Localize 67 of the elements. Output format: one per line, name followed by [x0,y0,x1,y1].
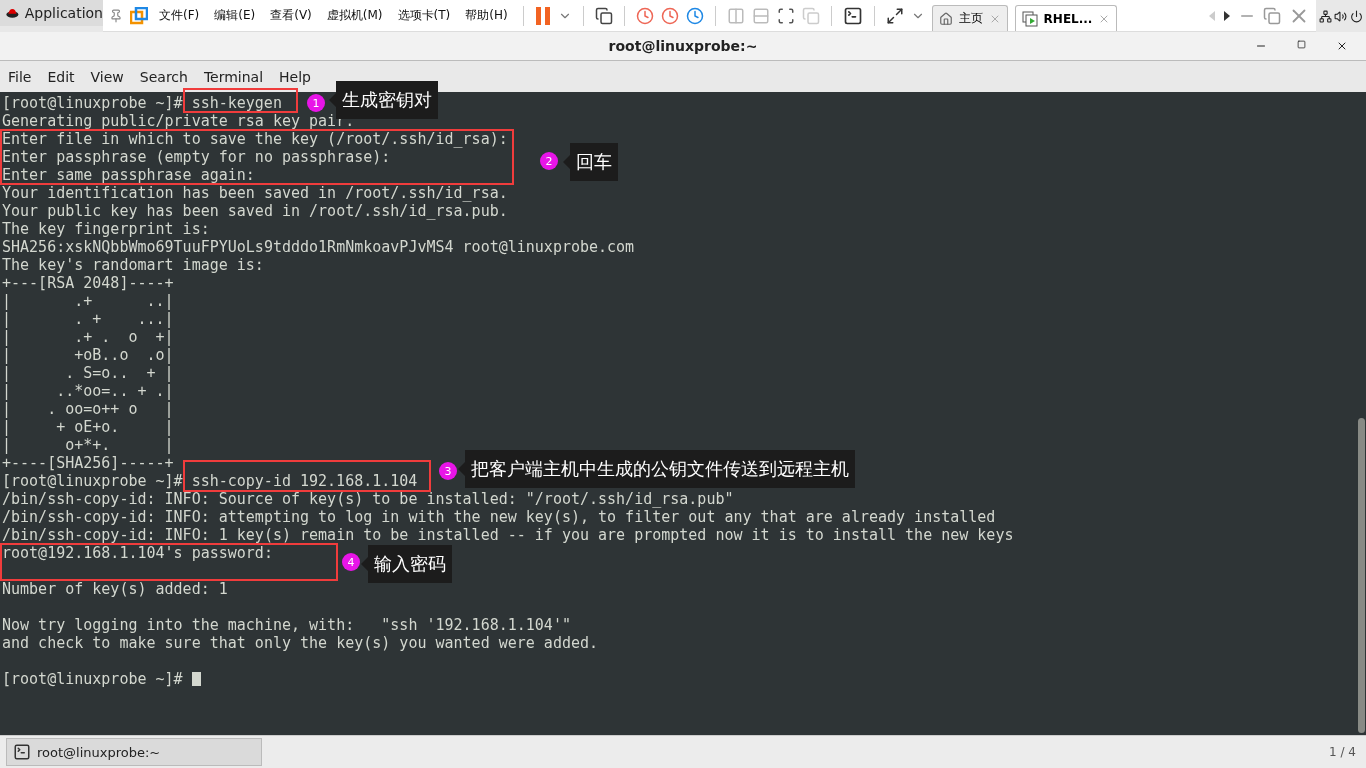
terminal-line: Your public key has been saved in /root/.ssh/id_rsa.pub. [2,204,508,218]
menu-item[interactable]: 查看(V) [266,7,316,24]
terminal-line: Enter same passphrase again: [2,168,255,182]
terminal-line: /bin/ssh-copy-id: INFO: 1 key(s) remain to be installed -- if you are prompted now it is to install the new keys [2,528,1014,542]
tab[interactable]: 主页 [931,5,1008,31]
shell-command: ssh-copy-id 192.168.1.104 [191,474,418,488]
window-title: root@linuxprobe:~ [608,38,758,54]
terminal-line: | o+*+. | [2,438,174,452]
volume-icon[interactable] [1334,9,1348,23]
terminal-line: | .+ . o +| [2,330,174,344]
terminal-line: /bin/ssh-copy-id: INFO: attempting to log in with the new key(s), to filter out any that are already installed [2,510,996,524]
menu-item[interactable]: 帮助(H) [461,7,512,24]
shell-command: ssh-keygen [191,96,282,110]
terminal-line: | .+ ..| [2,294,174,308]
terminal-line: and check to make sure that only the key(s) you wanted were added. [2,636,599,650]
annotation-label: 输入密码 [361,545,452,583]
shell-prompt: [root@linuxprobe ~]# [2,474,183,488]
terminal-line: Number of key(s) added: 1 [2,582,228,596]
menu-item[interactable]: Terminal [203,68,264,85]
menu-item[interactable]: Help [279,68,311,85]
close-icon[interactable] [1336,40,1348,52]
terminal-line: The key's randomart image is: [2,258,264,272]
terminal-line: Your identification has been saved in /root/.ssh/id_rsa. [2,186,508,200]
shell-prompt: [root@linuxprobe ~]# [2,672,183,686]
terminal-line: Enter file in which to save the key (/root/.ssh/id_rsa): [2,132,508,146]
home-icon [938,11,953,26]
pin-icon[interactable] [109,8,123,23]
menu-item[interactable]: 编辑(E) [210,7,260,24]
menu-item[interactable]: 文件(F) [155,7,204,24]
restore-icon[interactable] [1263,6,1281,25]
maximize-icon[interactable] [1297,40,1306,52]
menu-item[interactable]: Edit [47,68,75,85]
pause-icon[interactable] [534,5,551,26]
terminal-line: | ..*oo=.. + .| [2,384,174,398]
terminal-line: Enter passphrase (empty for no passphrase): [2,150,391,164]
scroll-right-icon[interactable] [1223,10,1231,21]
vm-tab-icon [1021,10,1038,27]
menu-item[interactable]: View [90,68,124,85]
shell-prompt: [root@linuxprobe ~]# [2,96,183,110]
menu-item[interactable]: File [8,68,32,85]
terminal-line: +----[SHA256]-----+ [2,456,174,470]
terminal-line: | . + ...| [2,312,174,326]
terminal-line: SHA256:xskNQbbWmo69TuuFPYUoLs9tdddo1RmNmkoavPJvMS4 root@linuxprobe.com [2,240,635,254]
terminal-line: root@192.168.1.104's password: [2,546,273,560]
terminal-line: Now try logging into the machine, with: "ssh '192.168.1.104'" [2,618,571,632]
applications-menu[interactable]: Application [0,0,103,26]
terminal-line: | + oE+o. | [2,420,174,434]
console-icon[interactable] [842,5,863,26]
tab[interactable]: RHEL... [1014,5,1118,31]
menu-item[interactable]: 选项卡(T) [393,7,455,24]
terminal-line: | . oo=o++ o | [2,402,174,416]
terminal-line: The key fingerprint is: [2,222,210,236]
redhat-logo-icon [6,6,19,20]
terminal-line: | . S=o.. + | [2,366,174,380]
app-logo-icon [130,6,148,25]
workspace-pager[interactable]: 1 / 4 [1329,745,1360,759]
menu-item[interactable]: Search [139,68,188,85]
terminal-line: | +oB..o .o| [2,348,174,362]
taskbar-button[interactable]: root@linuxprobe:~ [6,738,262,766]
fullscreen-icon[interactable] [885,6,904,25]
network-icon[interactable] [1319,9,1333,23]
terminal-line: +---[RSA 2048]----+ [2,276,174,290]
terminal-icon [13,743,31,761]
power-icon[interactable] [1349,9,1363,23]
terminal-line: /bin/ssh-copy-id: INFO: Source of key(s) to be installed: "/root/.ssh/id_rsa.pub" [2,492,734,506]
annotation-label: 把客户端主机中生成的公钥文件传送到远程主机 [458,450,855,488]
menu-item[interactable]: 虚拟机(M) [322,7,387,24]
